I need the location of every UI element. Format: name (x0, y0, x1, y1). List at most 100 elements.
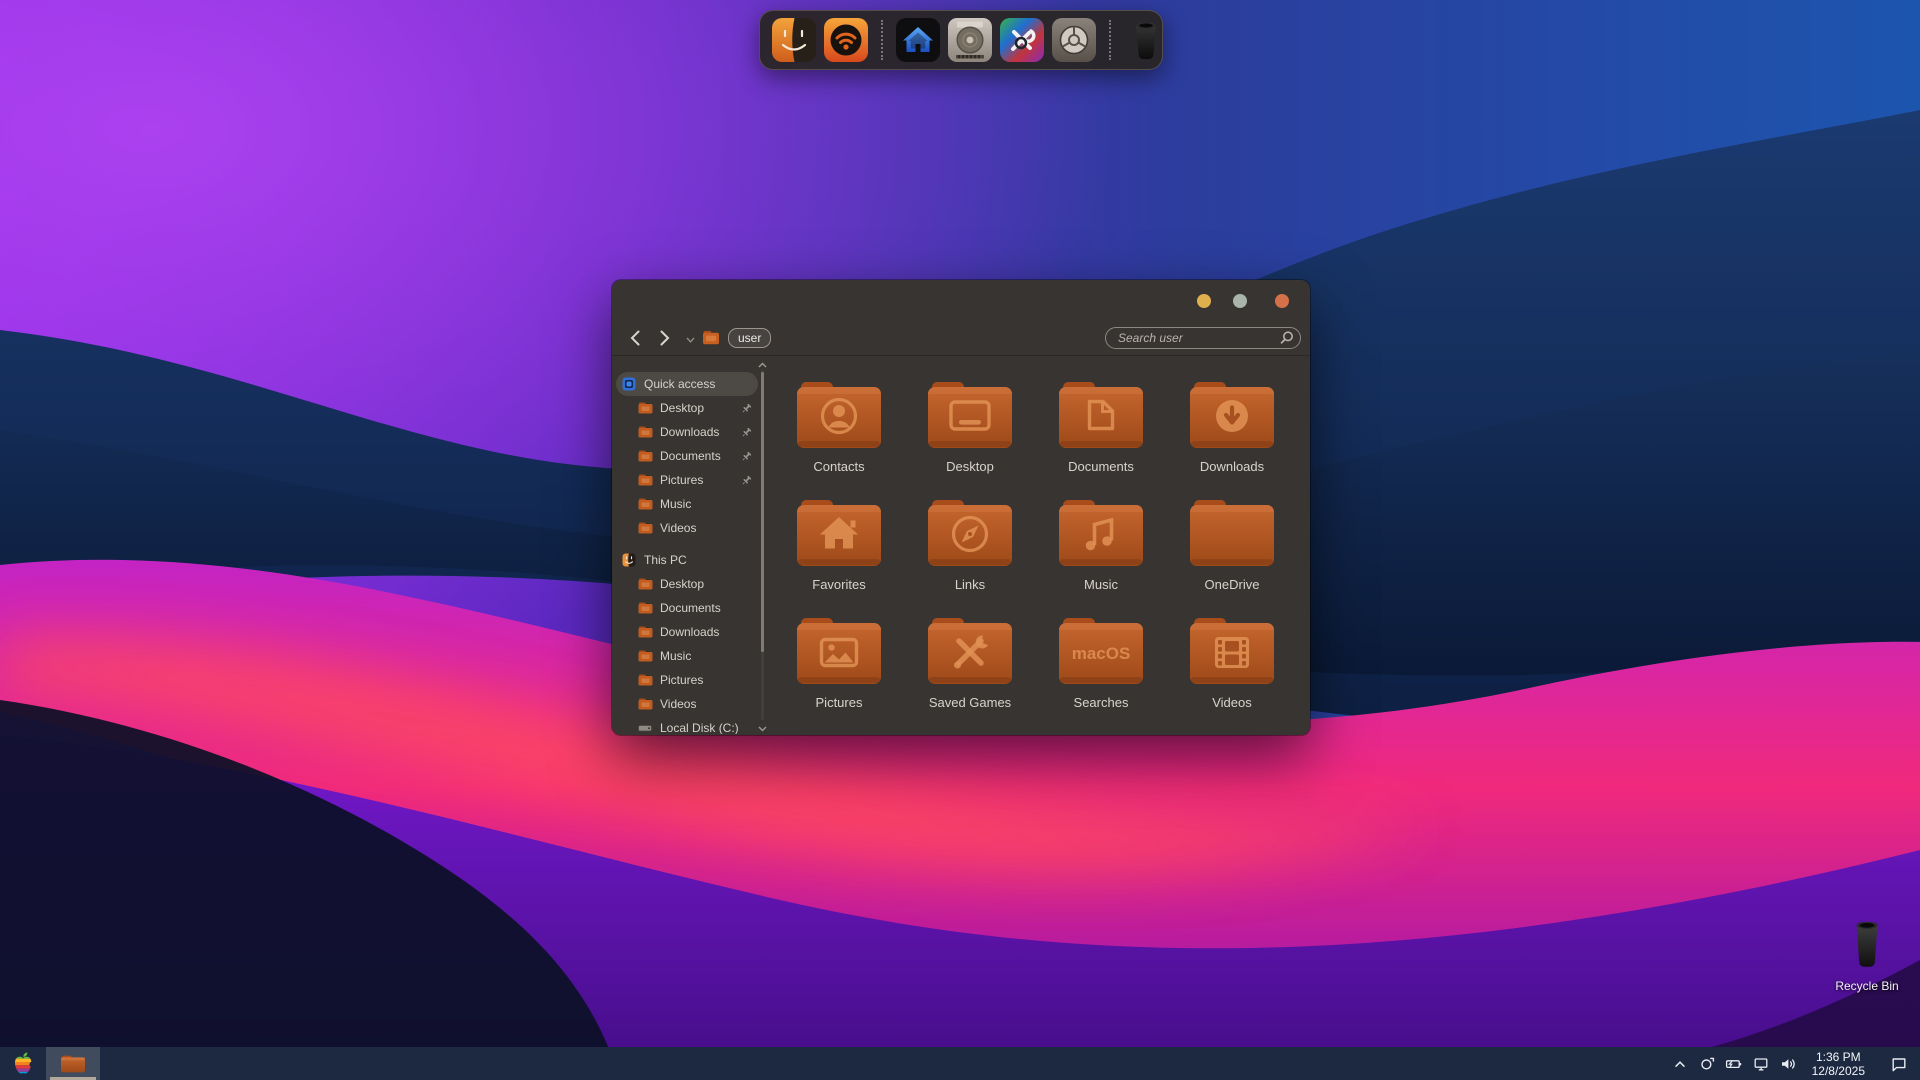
explorer-toolbar: user (612, 320, 1310, 356)
sidebar-item-local-disk-c-[interactable]: Local Disk (C:) (612, 716, 770, 734)
folder-label: Documents (1068, 460, 1134, 474)
folder-item-videos[interactable]: Videos (1177, 614, 1287, 722)
search-input[interactable] (1106, 331, 1279, 345)
sidebar-item-label: Videos (660, 521, 696, 535)
sidebar-item-label: Pictures (660, 473, 703, 487)
folder-icon (795, 496, 883, 570)
sidebar-item-label: Videos (660, 697, 696, 711)
folder-item-favorites[interactable]: Favorites (784, 496, 894, 604)
trash-dock-icon[interactable] (1124, 18, 1168, 62)
sidebar-item-music[interactable]: Music (612, 492, 770, 516)
folder-item-desktop[interactable]: Desktop (915, 378, 1025, 486)
folder-label: Links (955, 578, 985, 592)
sidebar-item-label: Desktop (660, 401, 704, 415)
pin-icon[interactable] (741, 451, 752, 462)
folder-item-documents[interactable]: Documents (1046, 378, 1156, 486)
pin-icon[interactable] (741, 427, 752, 438)
folder-item-contacts[interactable]: Contacts (784, 378, 894, 486)
taskbar-clock[interactable]: 1:36 PM 12/8/2025 (1812, 1050, 1865, 1078)
sidebar-item-this-pc[interactable]: This PC (612, 548, 770, 572)
svg-text:macOS: macOS (1072, 644, 1131, 663)
volume-icon[interactable] (1779, 1055, 1797, 1073)
folder-label: Desktop (946, 460, 994, 474)
folder-icon (795, 378, 883, 452)
sidebar-item-label: Documents (660, 601, 721, 615)
forward-button[interactable] (654, 327, 676, 349)
sidebar-item-documents[interactable]: Documents (612, 596, 770, 620)
folder-item-onedrive[interactable]: OneDrive (1177, 496, 1287, 604)
folder-item-music[interactable]: Music (1046, 496, 1156, 604)
folder-item-pictures[interactable]: Pictures (784, 614, 894, 722)
folder-icon (638, 625, 653, 639)
folder-icon (1057, 496, 1145, 570)
close-button[interactable] (1275, 294, 1289, 308)
folder-icon (638, 401, 653, 415)
sidebar-item-documents[interactable]: Documents (612, 444, 770, 468)
system-preferences-dock-icon[interactable] (1052, 18, 1096, 62)
sidebar-item-pictures[interactable]: Pictures (612, 468, 770, 492)
wifi-dock-icon[interactable] (824, 18, 868, 62)
disk-utility-dock-icon[interactable] (948, 18, 992, 62)
sidebar-item-label: Music (660, 649, 691, 663)
folder-icon (638, 497, 653, 511)
folder-icon (926, 378, 1014, 452)
minimize-button[interactable] (1197, 294, 1211, 308)
folder-icon: macOS (1057, 614, 1145, 688)
folder-icon (638, 521, 653, 535)
chevron-up-icon[interactable] (1671, 1055, 1689, 1073)
dock-separator (1109, 20, 1111, 60)
toolbox-dock-icon[interactable] (1000, 18, 1044, 62)
network-icon[interactable] (1752, 1055, 1770, 1073)
scroll-down-arrow-icon[interactable] (757, 721, 768, 732)
sidebar-item-label: Quick access (644, 377, 715, 391)
sidebar-item-quick-access[interactable]: Quick access (612, 372, 770, 396)
sidebar-item-music[interactable]: Music (612, 644, 770, 668)
folder-item-downloads[interactable]: Downloads (1177, 378, 1287, 486)
sidebar-item-desktop[interactable]: Desktop (612, 572, 770, 596)
taskbar: 1:36 PM 12/8/2025 (0, 1047, 1920, 1080)
sidebar-item-label: Local Disk (C:) (660, 721, 739, 734)
search-box (1105, 327, 1301, 349)
back-button[interactable] (624, 327, 646, 349)
pin-icon[interactable] (741, 403, 752, 414)
finder-dock-icon[interactable] (772, 18, 816, 62)
folder-icon (1188, 496, 1276, 570)
sidebar-item-videos[interactable]: Videos (612, 516, 770, 540)
folder-icon (638, 649, 653, 663)
folder-item-links[interactable]: Links (915, 496, 1025, 604)
folder-label: Favorites (812, 578, 865, 592)
drive-icon (638, 721, 653, 734)
folder-icon (926, 496, 1014, 570)
sidebar-item-pictures[interactable]: Pictures (612, 668, 770, 692)
taskbar-item-file-explorer[interactable] (46, 1047, 100, 1080)
sidebar-item-desktop[interactable]: Desktop (612, 396, 770, 420)
start-button[interactable] (0, 1047, 46, 1080)
home-dock-icon[interactable] (896, 18, 940, 62)
sidebar-item-downloads[interactable]: Downloads (612, 420, 770, 444)
desktop: user Quick accessDesktopDownloadsDocumen… (0, 0, 1920, 1080)
scroll-up-arrow-icon[interactable] (757, 358, 768, 369)
clock-time: 1:36 PM (1812, 1050, 1865, 1064)
maximize-button[interactable] (1233, 294, 1247, 308)
pin-icon[interactable] (741, 475, 752, 486)
battery-icon[interactable] (1725, 1055, 1743, 1073)
window-titlebar[interactable] (612, 280, 1310, 320)
sidebar-item-videos[interactable]: Videos (612, 692, 770, 716)
sidebar-item-downloads[interactable]: Downloads (612, 620, 770, 644)
folder-item-searches[interactable]: macOS Searches (1046, 614, 1156, 722)
breadcrumb[interactable]: user (728, 328, 771, 348)
folder-label: Contacts (813, 460, 864, 474)
search-icon[interactable] (1279, 330, 1295, 346)
folder-label: OneDrive (1205, 578, 1260, 592)
folder-item-saved-games[interactable]: Saved Games (915, 614, 1025, 722)
action-center-icon[interactable] (1890, 1055, 1908, 1073)
folder-icon (60, 1054, 86, 1074)
windows-ink-icon[interactable] (1698, 1055, 1716, 1073)
scrollbar-thumb[interactable] (761, 372, 764, 652)
recent-locations-dropdown[interactable] (684, 337, 696, 343)
recycle-bin-desktop-icon[interactable]: Recycle Bin (1830, 918, 1904, 993)
folder-label: Downloads (1200, 460, 1264, 474)
folder-label: Saved Games (929, 696, 1011, 710)
folder-icon (638, 473, 653, 487)
folder-icon (638, 449, 653, 463)
